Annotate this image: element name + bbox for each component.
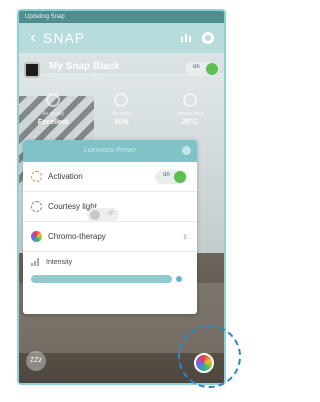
stat-value: Excellent: [37, 119, 69, 126]
row-chromo-therapy[interactable]: Chromo-therapy ›: [23, 222, 197, 252]
panel-close-icon[interactable]: [182, 146, 191, 155]
page-title: SNAP: [43, 30, 86, 46]
panel-header: Luminous Power: [23, 140, 197, 162]
stat-humidity: Humidity 50%: [87, 93, 155, 139]
intensity-section: Intensity: [23, 252, 197, 284]
air-quality-icon: [46, 93, 61, 107]
intensity-header: Intensity: [31, 258, 189, 266]
environment-stats: Air quality Excellent Humidity 50% Tempe…: [19, 93, 224, 139]
color-wheel-icon: [31, 231, 42, 242]
sun-icon: [31, 171, 42, 182]
device-power-toggle[interactable]: on: [185, 62, 219, 76]
row-activation[interactable]: Activation on: [23, 162, 197, 192]
row-label: Activation: [48, 172, 83, 181]
humidity-icon: [114, 93, 129, 107]
gear-icon[interactable]: [202, 32, 214, 44]
intensity-icon: [31, 258, 41, 266]
stat-label: Humidity: [111, 111, 132, 117]
device-subtitle: Moma Rendez-vous: [49, 73, 103, 79]
stat-label: Air quality: [42, 111, 65, 117]
toggle-label: on: [193, 64, 200, 70]
sleep-mode-button[interactable]: ZZz: [26, 351, 46, 371]
nav-actions: [180, 32, 214, 44]
toggle-knob: [174, 171, 186, 183]
device-icon: [24, 62, 40, 78]
top-nav: ‹ SNAP: [19, 23, 224, 53]
chevron-right-icon: ›: [183, 229, 187, 243]
bar-chart-icon[interactable]: [180, 32, 192, 44]
intensity-slider[interactable]: [31, 274, 189, 284]
courtesy-light-icon: [31, 201, 42, 212]
activation-toggle[interactable]: on: [155, 170, 187, 184]
slider-track: [31, 275, 172, 283]
device-name: My Snap Black: [49, 61, 120, 72]
intensity-label: Intensity: [46, 258, 73, 266]
stat-label: Temperature: [175, 111, 204, 117]
stat-value: 50%: [114, 119, 129, 126]
device-header: My Snap Black Moma Rendez-vous on: [19, 57, 224, 87]
chevron-left-icon[interactable]: ‹: [23, 29, 43, 47]
courtesy-light-toggle[interactable]: off: [86, 207, 119, 222]
toggle-knob: [89, 209, 100, 220]
toggle-label: off: [107, 210, 114, 217]
status-bar: Updating Snap: [19, 11, 224, 23]
toggle-label: on: [163, 172, 170, 178]
toggle-knob: [206, 63, 218, 75]
stat-temperature: Temperature 25°C: [156, 93, 224, 139]
panel-title: Luminous Power: [83, 147, 137, 154]
luminous-power-panel: Luminous Power Activation on Courtesy li…: [23, 140, 197, 314]
slider-thumb[interactable]: [176, 276, 182, 282]
highlight-circle: [178, 325, 241, 388]
row-courtesy-light[interactable]: Courtesy light off: [23, 192, 197, 222]
temperature-icon: [182, 93, 197, 107]
status-text: Updating Snap: [25, 14, 65, 20]
row-label: Chromo-therapy: [48, 232, 106, 241]
stat-air-quality: Air quality Excellent: [19, 93, 87, 139]
stat-value: 25°C: [182, 119, 198, 126]
